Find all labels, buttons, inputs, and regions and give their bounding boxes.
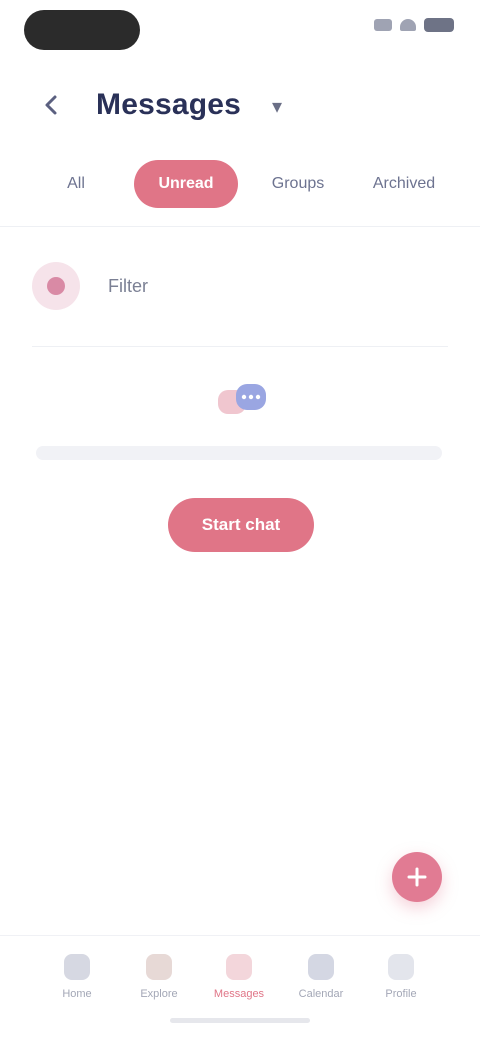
battery-icon — [424, 18, 454, 32]
nav-item-calendar[interactable]: Calendar — [286, 946, 356, 1016]
profile-icon — [388, 954, 414, 980]
nav-item-explore[interactable]: Explore — [124, 946, 194, 1016]
header: Messages ▾ — [0, 80, 480, 130]
nav-label: Calendar — [298, 988, 344, 1000]
nav-label: Profile — [385, 988, 417, 1000]
divider — [32, 346, 448, 347]
tab-archived[interactable]: Archived — [356, 160, 452, 208]
chevron-left-icon — [45, 95, 57, 115]
status-icons — [374, 18, 454, 32]
home-indicator — [170, 1018, 310, 1023]
start-chat-button[interactable]: Start chat — [168, 498, 314, 552]
nav-label: Messages — [213, 988, 265, 1000]
chat-bubbles-icon — [218, 384, 266, 414]
filter-row[interactable]: Filter — [32, 258, 452, 314]
dynamic-island — [24, 10, 140, 50]
nav-label: Home — [62, 988, 92, 1000]
calendar-icon — [308, 954, 334, 980]
wifi-icon — [400, 19, 416, 31]
nav-item-profile[interactable]: Profile — [366, 946, 436, 1016]
tab-all[interactable]: All — [28, 160, 124, 208]
empty-state-message — [36, 446, 442, 460]
plus-icon — [407, 867, 427, 887]
page-title[interactable]: Messages — [96, 88, 241, 122]
chat-icon — [226, 954, 252, 980]
tab-bar: All Unread Groups Archived — [28, 160, 452, 208]
nav-item-messages[interactable]: Messages — [204, 946, 274, 1016]
chevron-down-icon[interactable]: ▾ — [272, 94, 282, 119]
nav-label: Explore — [140, 988, 178, 1000]
tab-groups[interactable]: Groups — [250, 160, 346, 208]
back-button[interactable] — [36, 90, 66, 120]
compass-icon — [146, 954, 172, 980]
new-message-button[interactable] — [392, 852, 442, 902]
avatar-dot — [47, 277, 65, 295]
bottom-nav: Home Explore Messages Calendar Profile — [0, 935, 480, 1041]
status-bar — [0, 0, 480, 60]
tab-unread[interactable]: Unread — [134, 160, 238, 208]
signal-icon — [374, 19, 392, 31]
nav-item-home[interactable]: Home — [42, 946, 112, 1016]
divider — [0, 226, 480, 227]
home-icon — [64, 954, 90, 980]
avatar-icon — [32, 262, 80, 310]
filter-label: Filter — [108, 275, 148, 296]
